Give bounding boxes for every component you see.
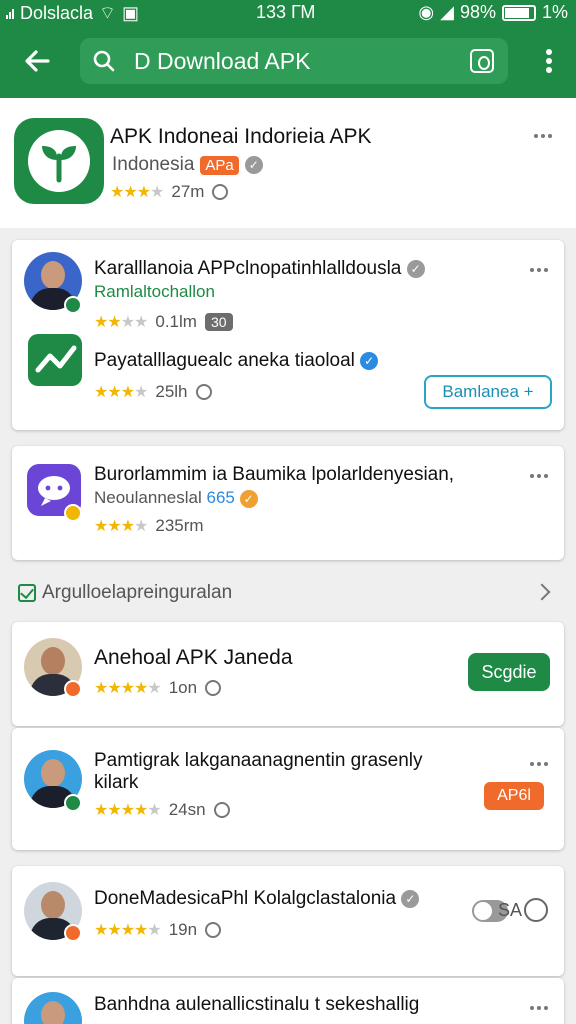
rating-stars: ★★★★★: [94, 922, 162, 939]
list-item-meta: 1on: [168, 678, 198, 697]
rating-stars: ★★★★★: [94, 802, 162, 819]
item-title-text: Payatalllaguealc aneka tiaoloal: [94, 350, 355, 371]
install-button[interactable]: Scgdie: [468, 653, 550, 691]
more-horiz-icon[interactable]: [530, 1006, 548, 1010]
featured-badge: APa: [200, 155, 239, 175]
cell-signal-icon: ◢: [440, 2, 454, 22]
app-card[interactable]: Anehoal APK Janeda ★★★★★ 1on Scgdie: [12, 622, 564, 726]
more-horiz-icon[interactable]: [530, 268, 548, 272]
list-item-title-line2: kilark: [94, 772, 139, 793]
battery-icon: [501, 4, 536, 21]
section-title: Argulloelapreinguralan: [42, 582, 233, 603]
more-horiz-icon[interactable]: [530, 474, 548, 478]
featured-app[interactable]: APK Indoneai Indorieia APK Indonesia APa…: [0, 98, 576, 228]
verified-icon: ✓: [239, 489, 258, 508]
notification-icon: ▣: [121, 2, 139, 23]
list-item-meta: 24sn: [168, 800, 206, 819]
rating-stars: ★★★★: [94, 384, 148, 401]
section-header[interactable]: Argulloelapreinguralan: [18, 578, 558, 608]
list-item-meta: 0.1lm: [155, 312, 197, 331]
signal-icon: [6, 7, 14, 19]
list-item-subtitle: Neoulanneslal 665 ✓: [94, 488, 258, 508]
radio-button[interactable]: [524, 898, 548, 922]
chevron-right-icon[interactable]: [533, 583, 551, 601]
avatar: [24, 992, 82, 1024]
list-item-title: Banhdna aulenallicstinalu t sekeshallig: [94, 994, 420, 1015]
app-card[interactable]: Pamtigrak lakganaanagnentin grasenly kil…: [12, 728, 564, 850]
app-card[interactable]: Banhdna aulenallicstinalu t sekeshallig: [12, 978, 564, 1024]
toggle-label: SA: [498, 900, 523, 920]
clock-icon: [212, 184, 229, 200]
status-extra: 1%: [541, 2, 568, 22]
verified-icon: ✓: [244, 156, 263, 174]
chart-app-icon: [28, 334, 82, 386]
battery-percent: 98%: [459, 2, 496, 22]
install-button-label: Bamlanea: [442, 382, 519, 401]
more-horiz-icon[interactable]: [530, 762, 548, 766]
item-title-text: DoneMadesicaPhl Kolalgclastalonia: [94, 888, 397, 909]
app-card[interactable]: Burorlammim ia Baumika lpolarldenyesian,…: [12, 446, 564, 560]
count-pill: 30: [204, 313, 233, 331]
list-item-meta: 235rm: [155, 516, 204, 535]
status-time: 133 ГМ: [256, 2, 316, 22]
status-bar: Dolslacla ⌔ ▣ 133 ГМ ◉ ◢ 98% 1%: [0, 0, 576, 26]
status-badge: [64, 296, 82, 314]
app-card: Karalllanoia APPclnopatinhlalldousla ✓ R…: [12, 240, 564, 430]
clock-icon: [195, 384, 212, 400]
verified-icon: ✓: [360, 351, 379, 370]
check-icon: [18, 584, 36, 602]
leaf-icon: [42, 146, 76, 183]
app-card[interactable]: DoneMadesicaPhl Kolalgclastalonia ✓ ★★★★…: [12, 866, 564, 976]
status-badge: [64, 794, 82, 812]
search-icon: [93, 50, 115, 72]
app-logo: [14, 118, 104, 204]
clock-icon: [205, 680, 222, 696]
more-vert-icon[interactable]: [546, 49, 552, 73]
verified-icon: ✓: [406, 259, 425, 278]
rating-stars: ★★★★★: [94, 680, 162, 697]
subtitle-text: Neoulanneslal: [94, 488, 202, 507]
apk-button[interactable]: AP6l: [484, 782, 544, 810]
wifi-icon: ⌔: [99, 2, 116, 23]
camera-icon[interactable]: [470, 49, 494, 73]
rating-stars: ★★★★: [94, 314, 148, 331]
item-title-text: Karalllanoia APPclnopatinhlalldousla: [94, 258, 402, 279]
rating-stars: ★★★★: [94, 518, 148, 535]
featured-title: APK Indoneai Indorieia APK: [110, 125, 372, 148]
add-icon: +: [523, 382, 534, 401]
install-button[interactable]: Bamlanea +: [424, 375, 552, 409]
location-icon: ◉: [418, 2, 435, 22]
status-badge: [64, 504, 82, 522]
list-item-meta: 25lh: [155, 382, 188, 401]
carrier-label: Dolslacla: [20, 2, 94, 23]
list-item-meta: 19n: [168, 920, 198, 939]
status-badge: [64, 924, 82, 942]
list-item-title[interactable]: Payatalllaguealc aneka tiaoloal ✓: [94, 350, 379, 372]
featured-meta: 27m: [171, 182, 205, 201]
search-box[interactable]: D Download APK: [80, 38, 508, 84]
list-item-title: Anehoal APK Janeda: [94, 646, 293, 669]
clock-icon: [205, 922, 222, 938]
status-badge: [64, 680, 82, 698]
rating-stars: ★★★★: [110, 184, 164, 201]
list-item-title[interactable]: Karalllanoia APPclnopatinhlalldousla ✓: [94, 258, 425, 280]
back-arrow-icon[interactable]: [22, 46, 52, 76]
more-horiz-icon[interactable]: [534, 134, 552, 138]
app-bar: Dolslacla ⌔ ▣ 133 ГМ ◉ ◢ 98% 1% D Downlo…: [0, 0, 576, 98]
verified-icon: ✓: [401, 889, 420, 908]
list-item-subtitle: Ramlaltochallon: [94, 282, 215, 301]
list-item-title: Burorlammim ia Baumika lpolarldenyesian,: [94, 464, 455, 485]
subtitle-number: 665: [206, 488, 235, 507]
list-item-title: Pamtigrak lakganaanagnentin grasenly: [94, 750, 423, 771]
featured-subtitle: Indonesia: [112, 154, 195, 175]
search-input[interactable]: D Download APK: [134, 48, 310, 75]
list-item-title: DoneMadesicaPhl Kolalgclastalonia ✓: [94, 888, 420, 910]
clock-icon: [213, 802, 230, 818]
